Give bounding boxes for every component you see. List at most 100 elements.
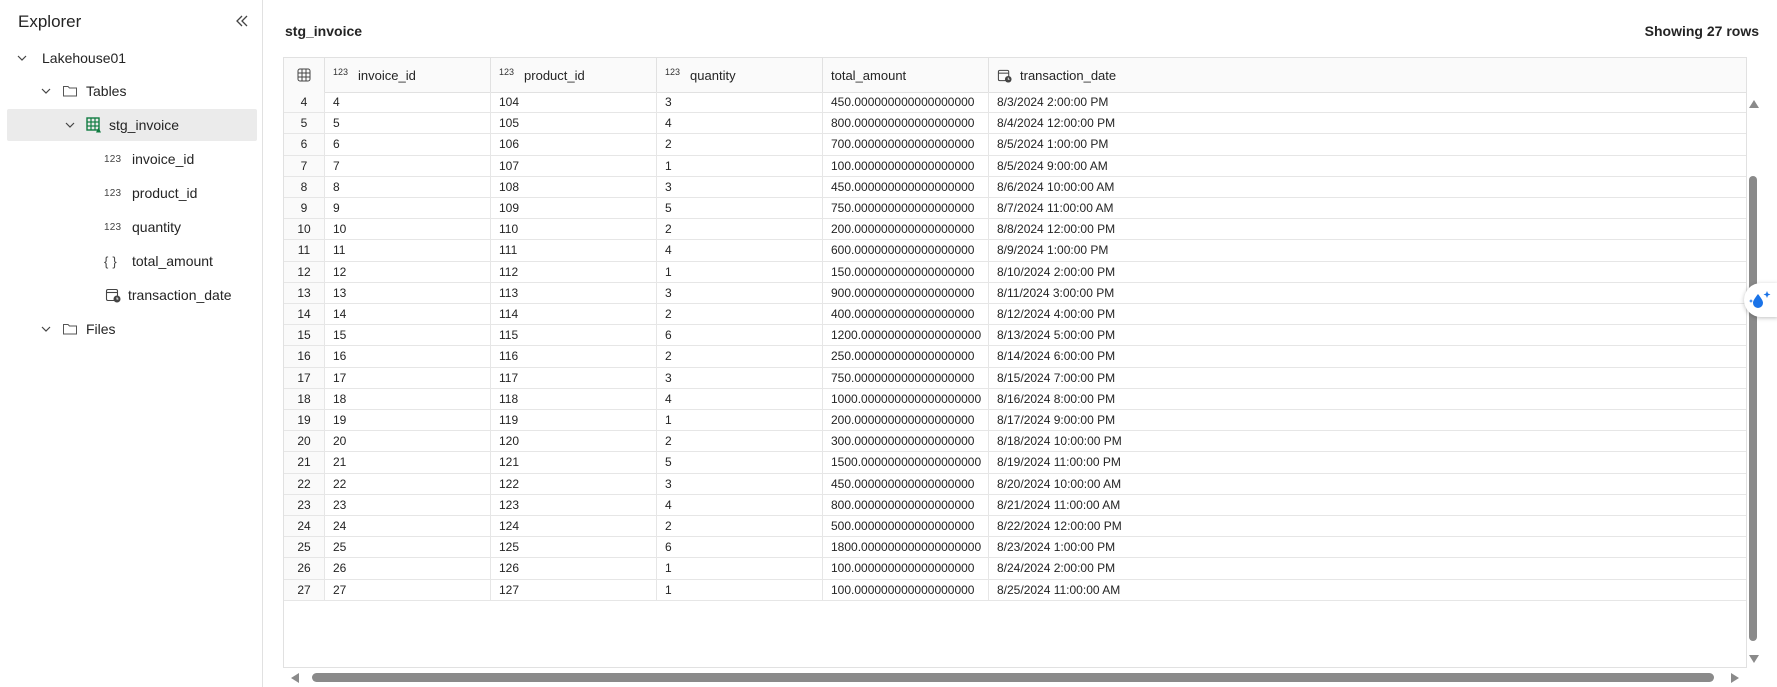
table-cell[interactable]: 115 [491, 325, 657, 346]
table-cell[interactable]: 8/18/2024 10:00:00 PM [989, 431, 1746, 451]
table-cell[interactable]: 2 [657, 304, 823, 325]
table-row[interactable]: 17 17 117 3 750.000000000000000000 8/15/2024 … [284, 367, 1746, 389]
table-cell[interactable]: 121 [491, 452, 657, 473]
table-cell[interactable]: 113 [491, 282, 657, 303]
table-cell[interactable]: 120 [491, 431, 657, 452]
table-cell[interactable]: 800.000000000000000000 [823, 494, 989, 515]
collapse-pane-icon[interactable] [233, 12, 251, 30]
table-cell[interactable]: 8/15/2024 7:00:00 PM [989, 368, 1746, 388]
horizontal-scrollbar[interactable] [283, 670, 1747, 684]
tree-item-column-invoice-id[interactable]: 123 invoice_id [0, 143, 263, 175]
table-row[interactable]: 16 16 116 2 250.000000000000000000 8/14/2024 … [284, 346, 1746, 368]
table-row[interactable]: 20 20 120 2 300.000000000000000000 8/18/2024 … [284, 431, 1746, 453]
tree-item-column-total-amount[interactable]: { } total_amount [0, 245, 263, 277]
row-number-cell[interactable]: 16 [284, 346, 325, 367]
row-number-cell[interactable]: 11 [284, 240, 325, 261]
table-cell[interactable]: 25 [325, 537, 491, 558]
table-cell[interactable]: 8/8/2024 12:00:00 PM [989, 219, 1746, 239]
table-cell[interactable]: 109 [491, 198, 657, 219]
table-cell[interactable]: 8/24/2024 2:00:00 PM [989, 558, 1746, 578]
column-header-product-id[interactable]: 123 product_id [491, 58, 657, 92]
table-row[interactable]: 23 23 123 4 800.000000000000000000 8/21/2024 … [284, 494, 1746, 516]
table-cell[interactable]: 5 [657, 452, 823, 473]
table-cell[interactable]: 27 [325, 579, 491, 600]
table-row[interactable]: 21 21 121 5 1500.000000000000000000 8/19/2024… [284, 452, 1746, 474]
row-number-cell[interactable]: 7 [284, 155, 325, 176]
table-cell[interactable]: 127 [491, 579, 657, 600]
column-header-transaction-date[interactable]: transaction_date [989, 58, 1746, 92]
table-cell[interactable]: 8/5/2024 1:00:00 PM [989, 134, 1746, 154]
table-row[interactable]: 19 19 119 1 200.000000000000000000 8/17/2024 … [284, 410, 1746, 432]
table-cell[interactable]: 300.000000000000000000 [823, 431, 989, 452]
table-cell[interactable]: 111 [491, 240, 657, 261]
table-cell[interactable]: 4 [325, 92, 491, 113]
table-cell[interactable]: 200.000000000000000000 [823, 219, 989, 240]
row-number-cell[interactable]: 17 [284, 367, 325, 388]
table-cell[interactable]: 1 [657, 579, 823, 600]
table-cell[interactable]: 1 [657, 558, 823, 579]
table-row[interactable]: 4 4 104 3 450.000000000000000000 8/3/2024 2:0… [284, 92, 1746, 114]
table-cell[interactable]: 1 [657, 155, 823, 176]
tree-item-column-quantity[interactable]: 123 quantity [0, 211, 263, 243]
table-cell[interactable]: 9 [325, 198, 491, 219]
table-cell[interactable]: 105 [491, 113, 657, 134]
row-number-cell[interactable]: 22 [284, 473, 325, 494]
table-row[interactable]: 27 27 127 1 100.000000000000000000 8/25/2024 … [284, 579, 1746, 601]
column-header-total-amount[interactable]: total_amount [823, 58, 989, 92]
table-cell[interactable]: 600.000000000000000000 [823, 240, 989, 261]
table-row[interactable]: 11 11 111 4 600.000000000000000000 8/9/2024 1… [284, 240, 1746, 262]
copilot-button[interactable] [1744, 283, 1777, 317]
scroll-down-arrow-icon[interactable] [1749, 655, 1759, 663]
table-cell[interactable]: 8/7/2024 11:00:00 AM [989, 198, 1746, 218]
table-cell[interactable]: 11 [325, 240, 491, 261]
table-cell[interactable]: 150.000000000000000000 [823, 261, 989, 282]
row-number-cell[interactable]: 12 [284, 261, 325, 282]
tree-item-column-transaction-date[interactable]: transaction_date [0, 279, 263, 311]
row-number-cell[interactable]: 25 [284, 537, 325, 558]
table-cell[interactable]: 800.000000000000000000 [823, 113, 989, 134]
table-cell[interactable]: 106 [491, 134, 657, 155]
table-cell[interactable]: 8/5/2024 9:00:00 AM [989, 156, 1746, 176]
table-cell[interactable]: 8/17/2024 9:00:00 PM [989, 410, 1746, 430]
table-row[interactable]: 7 7 107 1 100.000000000000000000 8/5/2024 9:0… [284, 155, 1746, 177]
row-number-cell[interactable]: 8 [284, 176, 325, 197]
table-cell[interactable]: 112 [491, 261, 657, 282]
table-cell[interactable]: 900.000000000000000000 [823, 282, 989, 303]
table-cell[interactable]: 8/10/2024 2:00:00 PM [989, 262, 1746, 282]
row-number-cell[interactable]: 20 [284, 431, 325, 452]
table-row[interactable]: 15 15 115 6 1200.000000000000000000 8/13/2024… [284, 325, 1746, 347]
table-cell[interactable]: 116 [491, 346, 657, 367]
table-cell[interactable]: 1200.000000000000000000 [823, 325, 989, 346]
table-cell[interactable]: 2 [657, 516, 823, 537]
table-cell[interactable]: 23 [325, 494, 491, 515]
table-cell[interactable]: 8/12/2024 4:00:00 PM [989, 304, 1746, 324]
table-row[interactable]: 22 22 122 3 450.000000000000000000 8/20/2024 … [284, 473, 1746, 495]
table-row[interactable]: 6 6 106 2 700.000000000000000000 8/5/2024 1:0… [284, 134, 1746, 156]
table-cell[interactable]: 12 [325, 261, 491, 282]
table-cell[interactable]: 8/9/2024 1:00:00 PM [989, 240, 1746, 260]
table-cell[interactable]: 8/4/2024 12:00:00 PM [989, 113, 1746, 133]
row-number-cell[interactable]: 13 [284, 282, 325, 303]
table-cell[interactable]: 114 [491, 304, 657, 325]
table-cell[interactable]: 14 [325, 304, 491, 325]
table-cell[interactable]: 3 [657, 473, 823, 494]
table-cell[interactable]: 104 [491, 92, 657, 113]
table-cell[interactable]: 8/11/2024 3:00:00 PM [989, 283, 1746, 303]
table-row[interactable]: 5 5 105 4 800.000000000000000000 8/4/2024 12:… [284, 113, 1746, 135]
table-cell[interactable]: 26 [325, 558, 491, 579]
table-row[interactable]: 8 8 108 3 450.000000000000000000 8/6/2024 10:… [284, 176, 1746, 198]
table-row[interactable]: 9 9 109 5 750.000000000000000000 8/7/2024 11:… [284, 198, 1746, 220]
table-row[interactable]: 25 25 125 6 1800.000000000000000000 8/23/2024… [284, 537, 1746, 559]
table-cell[interactable]: 700.000000000000000000 [823, 134, 989, 155]
table-cell[interactable]: 108 [491, 176, 657, 197]
table-cell[interactable]: 250.000000000000000000 [823, 346, 989, 367]
table-cell[interactable]: 2 [657, 134, 823, 155]
table-cell[interactable]: 8/20/2024 10:00:00 AM [989, 474, 1746, 494]
table-cell[interactable]: 3 [657, 92, 823, 113]
table-cell[interactable]: 15 [325, 325, 491, 346]
table-cell[interactable]: 10 [325, 219, 491, 240]
vertical-scrollbar[interactable] [1747, 92, 1761, 665]
table-cell[interactable]: 8/6/2024 10:00:00 AM [989, 177, 1746, 197]
table-row[interactable]: 14 14 114 2 400.000000000000000000 8/12/2024 … [284, 304, 1746, 326]
row-number-cell[interactable]: 15 [284, 325, 325, 346]
